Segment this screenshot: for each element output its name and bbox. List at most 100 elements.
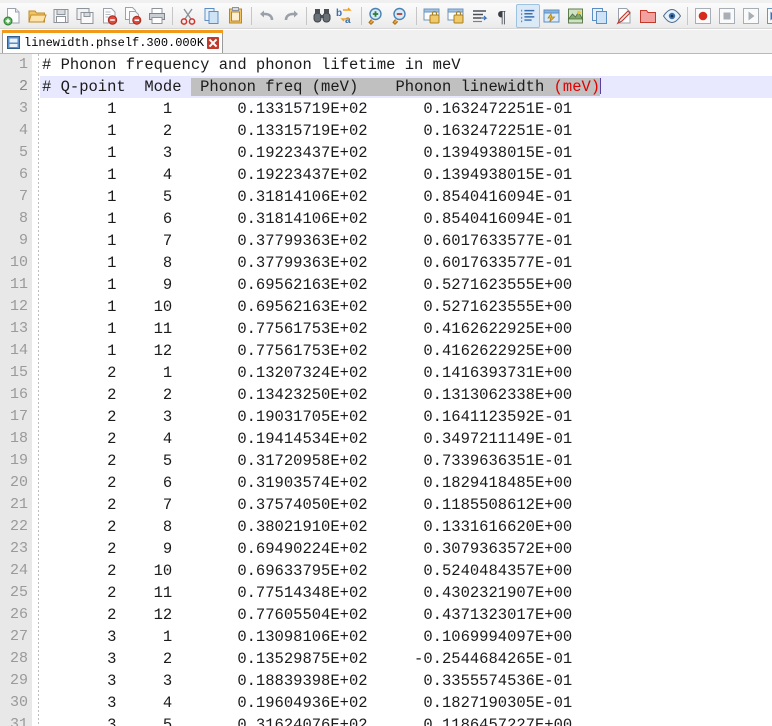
editor-lines: 1 # Phonon frequency and phonon lifetime …: [0, 54, 772, 726]
replace-icon[interactable]: b a: [334, 4, 358, 28]
editor-line[interactable]: 29 3 3 0.18839398E+02 0.3355574536E-01: [0, 670, 772, 692]
show-all-characters-icon[interactable]: ¶: [492, 4, 516, 28]
editor-line[interactable]: 28 3 2 0.13529875E+02 -0.2544684265E-01: [0, 648, 772, 670]
toolbar-separator: [358, 4, 365, 28]
print-icon[interactable]: [145, 4, 169, 28]
open-file-icon[interactable]: [25, 4, 49, 28]
editor-line[interactable]: 9 1 7 0.37799363E+02 0.6017633577E-01: [0, 230, 772, 252]
text-editor-area[interactable]: 1 # Phonon frequency and phonon lifetime …: [0, 54, 772, 726]
line-number: 28: [9, 650, 28, 667]
undo-icon[interactable]: [255, 4, 279, 28]
line-content: 1 1 0.13315719E+02 0.1632472251E-01: [42, 100, 573, 118]
line-number: 11: [9, 276, 28, 293]
line-content: 2 5 0.31720958E+02 0.7339636351E-01: [42, 452, 573, 470]
editor-line[interactable]: 7 1 5 0.31814106E+02 0.8540416094E-01: [0, 186, 772, 208]
save-icon[interactable]: [49, 4, 73, 28]
close-icon[interactable]: [207, 36, 220, 49]
editor-line[interactable]: 14 1 12 0.77561753E+02 0.4162622925E+00: [0, 340, 772, 362]
indent-guide-icon[interactable]: [516, 3, 540, 28]
redo-icon[interactable]: [279, 4, 303, 28]
line-number: 18: [9, 430, 28, 447]
record-macro-icon[interactable]: [691, 4, 715, 28]
line-content: 1 3 0.19223437E+02 0.1394938015E-01: [42, 144, 573, 162]
editor-line[interactable]: 4 1 2 0.13315719E+02 0.1632472251E-01: [0, 120, 772, 142]
play-macro-icon[interactable]: [739, 4, 763, 28]
tab-linewidth-phself-300k[interactable]: linewidth.phself.300.000K: [2, 30, 224, 53]
line-content: 1 9 0.69562163E+02 0.5271623555E+00: [42, 276, 573, 294]
editor-line[interactable]: 2 # Q-point Mode Phonon freq (meV) Phonon…: [0, 76, 772, 98]
editor-line[interactable]: 3 1 1 0.13315719E+02 0.1632472251E-01: [0, 98, 772, 120]
line-content: 1 4 0.19223437E+02 0.1394938015E-01: [42, 166, 573, 184]
line-number: 14: [9, 342, 28, 359]
close-file-icon[interactable]: [97, 4, 121, 28]
line-number: 10: [9, 254, 28, 271]
editor-line[interactable]: 18 2 4 0.19414534E+02 0.3497211149E-01: [0, 428, 772, 450]
toolbar-separator: [684, 4, 691, 28]
sync-horizontal-scroll-icon[interactable]: [444, 4, 468, 28]
line-content: 1 2 0.13315719E+02 0.1632472251E-01: [42, 122, 573, 140]
run-macro-multiple-icon[interactable]: [763, 4, 772, 28]
line-number: 12: [9, 298, 28, 315]
line-content: 3 1 0.13098106E+02 0.1069994097E+00: [42, 628, 573, 646]
notepadpp-window: b a ¶ linewidth.phself.300.000K 1 # Phon…: [0, 0, 772, 726]
editor-line[interactable]: 31 3 5 0.31624076E+02 0.1186457227E+00: [0, 714, 772, 726]
line-content: 1 7 0.37799363E+02 0.6017633577E-01: [42, 232, 573, 250]
tab-label: linewidth.phself.300.000K: [24, 35, 205, 50]
editor-line[interactable]: 1 # Phonon frequency and phonon lifetime …: [0, 54, 772, 76]
editor-line[interactable]: 25 2 11 0.77514348E+02 0.4302321907E+00: [0, 582, 772, 604]
editor-line[interactable]: 20 2 6 0.31903574E+02 0.1829418485E+00: [0, 472, 772, 494]
editor-line[interactable]: 24 2 10 0.69633795E+02 0.5240484357E+00: [0, 560, 772, 582]
toolbar-separator: [413, 4, 420, 28]
show-whitespace-icon[interactable]: [564, 4, 588, 28]
editor-line[interactable]: 5 1 3 0.19223437E+02 0.1394938015E-01: [0, 142, 772, 164]
line-content: 2 6 0.31903574E+02 0.1829418485E+00: [42, 474, 573, 492]
line-content: 2 3 0.19031705E+02 0.1641123592E-01: [42, 408, 573, 426]
line-content: 1 12 0.77561753E+02 0.4162622925E+00: [42, 342, 573, 360]
editor-line[interactable]: 23 2 9 0.69490224E+02 0.3079363572E+00: [0, 538, 772, 560]
editor-line[interactable]: 19 2 5 0.31720958E+02 0.7339636351E-01: [0, 450, 772, 472]
sync-vertical-scroll-icon[interactable]: [420, 4, 444, 28]
editor-line[interactable]: 21 2 7 0.37574050E+02 0.1185508612E+00: [0, 494, 772, 516]
monitoring-icon[interactable]: [660, 4, 684, 28]
editor-line[interactable]: 11 1 9 0.69562163E+02 0.5271623555E+00: [0, 274, 772, 296]
editor-line[interactable]: 16 2 2 0.13423250E+02 0.1313062338E+00: [0, 384, 772, 406]
editor-line[interactable]: 13 1 11 0.77561753E+02 0.4162622925E+00: [0, 318, 772, 340]
editor-line[interactable]: 17 2 3 0.19031705E+02 0.1641123592E-01: [0, 406, 772, 428]
function-list-icon[interactable]: [612, 4, 636, 28]
document-map-icon[interactable]: [588, 4, 612, 28]
editor-line[interactable]: 15 2 1 0.13207324E+02 0.1416393731E+00: [0, 362, 772, 384]
editor-line[interactable]: 22 2 8 0.38021910E+02 0.1331616620E+00: [0, 516, 772, 538]
editor-line[interactable]: 10 1 8 0.37799363E+02 0.6017633577E-01: [0, 252, 772, 274]
new-file-icon[interactable]: [1, 4, 25, 28]
zoom-in-icon[interactable]: [365, 4, 389, 28]
paste-icon[interactable]: [224, 4, 248, 28]
line-number: 2: [18, 78, 28, 95]
folder-workspace-icon[interactable]: [636, 4, 660, 28]
editor-line[interactable]: 27 3 1 0.13098106E+02 0.1069994097E+00: [0, 626, 772, 648]
save-all-icon[interactable]: [73, 4, 97, 28]
find-icon[interactable]: [310, 4, 334, 28]
stop-macro-icon[interactable]: [715, 4, 739, 28]
text-caret: [600, 78, 602, 94]
editor-line[interactable]: 12 1 10 0.69562163E+02 0.5271623555E+00: [0, 296, 772, 318]
line-content: 2 10 0.69633795E+02 0.5240484357E+00: [42, 562, 573, 580]
close-all-icon[interactable]: [121, 4, 145, 28]
svg-text:a: a: [345, 15, 351, 26]
line-content: 1 11 0.77561753E+02 0.4162622925E+00: [42, 320, 573, 338]
line-number: 8: [18, 210, 28, 227]
cut-icon[interactable]: [176, 4, 200, 28]
editor-line[interactable]: 26 2 12 0.77605504E+02 0.4371323017E+00: [0, 604, 772, 626]
line-number: 16: [9, 386, 28, 403]
line-content: 3 3 0.18839398E+02 0.3355574536E-01: [42, 672, 573, 690]
line-number: 23: [9, 540, 28, 557]
copy-icon[interactable]: [200, 4, 224, 28]
line-number: 22: [9, 518, 28, 535]
line-content: 1 6 0.31814106E+02 0.8540416094E-01: [42, 210, 573, 228]
line-number: 17: [9, 408, 28, 425]
editor-line[interactable]: 6 1 4 0.19223437E+02 0.1394938015E-01: [0, 164, 772, 186]
word-wrap-icon[interactable]: [468, 4, 492, 28]
user-defined-dialog-icon[interactable]: [540, 4, 564, 28]
editor-line[interactable]: 8 1 6 0.31814106E+02 0.8540416094E-01: [0, 208, 772, 230]
zoom-out-icon[interactable]: [389, 4, 413, 28]
editor-line[interactable]: 30 3 4 0.19604936E+02 0.1827190305E-01: [0, 692, 772, 714]
